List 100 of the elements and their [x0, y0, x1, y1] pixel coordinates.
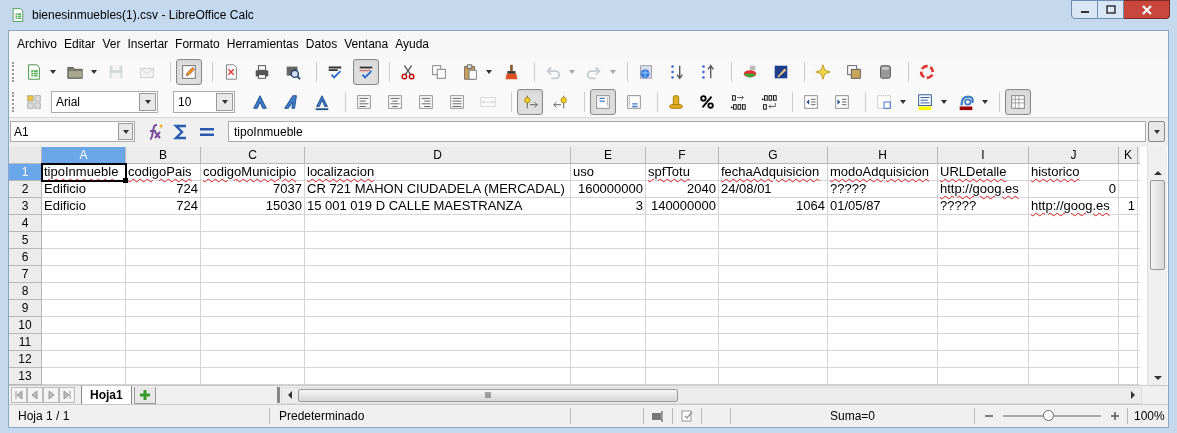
selection-mode-icon[interactable]	[651, 409, 665, 423]
star-icon[interactable]	[814, 63, 832, 81]
caret-icon[interactable]	[899, 98, 907, 106]
scissors-icon[interactable]	[399, 63, 417, 81]
right-to-left-icon[interactable]	[552, 93, 570, 111]
row-header[interactable]: 4	[9, 215, 42, 232]
menu-item[interactable]: Formato	[172, 34, 223, 54]
column-header[interactable]: G	[719, 147, 828, 164]
row-header[interactable]: 13	[9, 368, 42, 385]
scroll-right-icon[interactable]	[1129, 390, 1137, 400]
column-header[interactable]: D	[305, 147, 571, 164]
row-header[interactable]: 10	[9, 317, 42, 334]
menu-item[interactable]: Ver	[99, 34, 124, 54]
borders-icon[interactable]	[875, 93, 893, 111]
caret-icon[interactable]	[49, 68, 57, 76]
align-center-icon[interactable]	[386, 93, 404, 111]
scroll-thumb[interactable]	[297, 388, 678, 402]
underline-icon[interactable]	[313, 93, 331, 111]
clipboard-icon[interactable]	[461, 63, 479, 81]
printer-icon[interactable]	[253, 63, 271, 81]
document-check-icon[interactable]	[680, 409, 694, 423]
gallery-icon[interactable]	[845, 63, 863, 81]
copy-icon[interactable]	[430, 63, 448, 81]
menu-item[interactable]: Datos	[302, 34, 341, 54]
row-header[interactable]: 11	[9, 334, 42, 351]
align-top-toggle[interactable]	[590, 89, 616, 115]
increase-indent-icon[interactable]	[833, 93, 851, 111]
row-header[interactable]: 3	[9, 198, 42, 215]
row-header[interactable]: 6	[9, 249, 42, 266]
sort-ascending-icon[interactable]	[699, 63, 717, 81]
row-header[interactable]: 12	[9, 351, 42, 368]
scroll-up-icon[interactable]	[1152, 169, 1163, 177]
column-header[interactable]: E	[571, 147, 646, 164]
caret-icon[interactable]	[940, 98, 948, 106]
zoom-in-icon[interactable]	[1110, 411, 1120, 421]
spreadsheet-icon[interactable]	[25, 63, 43, 81]
split-handle[interactable]	[276, 387, 280, 403]
globe-icon[interactable]	[637, 63, 655, 81]
close-button[interactable]	[1124, 0, 1170, 19]
drawing-icon[interactable]	[772, 63, 790, 81]
font-color-icon[interactable]	[957, 93, 975, 111]
expand-button[interactable]	[1148, 121, 1165, 142]
align-right-icon[interactable]	[417, 93, 435, 111]
toolbar-grip[interactable]	[12, 62, 15, 82]
sort-descending-icon[interactable]	[668, 63, 686, 81]
add-sheet-button[interactable]	[133, 386, 156, 404]
sheet-tab[interactable]: Hoja1	[81, 385, 132, 405]
formula-input[interactable]: tipoInmueble	[228, 121, 1146, 142]
menu-item[interactable]: Herramientas	[223, 34, 302, 54]
name-box[interactable]: A1	[10, 121, 135, 142]
row-header[interactable]: 2	[9, 181, 42, 198]
row-header[interactable]: 7	[9, 266, 42, 283]
caret-icon[interactable]	[485, 68, 493, 76]
caret-icon[interactable]	[121, 127, 130, 136]
pencil-toggle[interactable]	[176, 59, 202, 85]
align-left-icon[interactable]	[355, 93, 373, 111]
menu-item[interactable]: Insertar	[124, 34, 172, 54]
scroll-down-icon[interactable]	[1152, 374, 1163, 382]
column-header[interactable]: H	[828, 147, 938, 164]
horizontal-scrollbar[interactable]	[280, 386, 1142, 404]
percent-icon[interactable]	[698, 93, 716, 111]
caret-icon[interactable]	[90, 68, 98, 76]
minimize-button[interactable]	[1071, 0, 1098, 19]
menu-item[interactable]: Ayuda	[392, 34, 432, 54]
menu-item[interactable]: Editar	[61, 34, 99, 54]
italic-icon[interactable]	[282, 93, 300, 111]
column-header[interactable]: J	[1029, 147, 1119, 164]
add-decimal-icon[interactable]	[729, 93, 747, 111]
bold-icon[interactable]	[251, 93, 269, 111]
zoom-percent[interactable]: 100%	[1128, 407, 1168, 425]
grid-toggle[interactable]	[1005, 89, 1031, 115]
spelling-check-toggle[interactable]	[353, 59, 379, 85]
vertical-scrollbar[interactable]	[1147, 147, 1167, 385]
caret-icon[interactable]	[143, 98, 152, 106]
scroll-thumb[interactable]	[1150, 180, 1165, 270]
decrease-indent-icon[interactable]	[802, 93, 820, 111]
column-header[interactable]: B	[126, 147, 201, 164]
row-header[interactable]: 5	[9, 232, 42, 249]
column-header[interactable]: I	[938, 147, 1029, 164]
lifebuoy-icon[interactable]	[918, 63, 936, 81]
column-header[interactable]: F	[646, 147, 719, 164]
fill-handle[interactable]	[123, 178, 128, 183]
coins-icon[interactable]	[667, 93, 685, 111]
justify-icon[interactable]	[448, 93, 466, 111]
toolbar-grip[interactable]	[12, 92, 15, 112]
row-header[interactable]: 9	[9, 300, 42, 317]
slider-thumb[interactable]	[1043, 410, 1055, 421]
row-header[interactable]: 8	[9, 283, 42, 300]
column-header[interactable]: K	[1119, 147, 1138, 164]
menu-item[interactable]: Archivo	[14, 34, 60, 54]
align-bottom-icon[interactable]	[625, 93, 643, 111]
background-color-icon[interactable]	[916, 93, 934, 111]
font-size-combo[interactable]: 10	[173, 91, 235, 113]
caret-icon[interactable]	[220, 98, 229, 106]
column-header[interactable]: C	[201, 147, 305, 164]
caret-icon[interactable]	[981, 98, 989, 106]
font-name-combo[interactable]: Arial	[51, 91, 158, 113]
remove-decimal-icon[interactable]	[760, 93, 778, 111]
menu-item[interactable]: Ventana	[341, 34, 392, 54]
left-to-right-toggle[interactable]	[517, 89, 543, 115]
